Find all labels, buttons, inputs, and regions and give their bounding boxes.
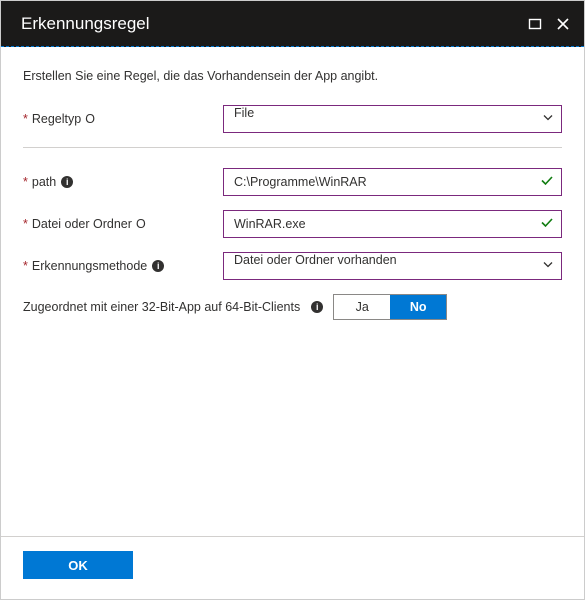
path-input[interactable]	[223, 168, 562, 196]
info-icon[interactable]: i	[61, 176, 73, 188]
rule-type-label: * Regeltyp O	[23, 112, 223, 126]
detection-method-select[interactable]: Datei oder Ordner vorhanden	[223, 252, 562, 280]
divider	[23, 147, 562, 148]
rule-type-select[interactable]: File	[223, 105, 562, 133]
required-marker: *	[23, 217, 28, 231]
label-text: Regeltyp	[32, 112, 81, 126]
toggle-no-button[interactable]: No	[390, 295, 446, 319]
label-suffix: O	[85, 112, 95, 126]
required-marker: *	[23, 259, 28, 273]
close-icon[interactable]	[556, 17, 570, 31]
dialog-content: Erstellen Sie eine Regel, die das Vorhan…	[1, 47, 584, 536]
intro-text: Erstellen Sie eine Regel, die das Vorhan…	[23, 69, 562, 83]
label-text: Datei oder Ordner	[32, 217, 132, 231]
dialog-title: Erkennungsregel	[21, 14, 528, 34]
label-text: path	[32, 175, 56, 189]
required-marker: *	[23, 175, 28, 189]
dialog-footer: OK	[1, 536, 584, 599]
detection-method-label: * Erkennungsmethode i	[23, 259, 223, 273]
file-or-folder-input[interactable]	[223, 210, 562, 238]
bit-toggle-group: Ja No	[333, 294, 447, 320]
label-text: Erkennungsmethode	[32, 259, 147, 273]
info-icon[interactable]: i	[152, 260, 164, 272]
toggle-yes-button[interactable]: Ja	[334, 295, 390, 319]
info-icon[interactable]: i	[311, 301, 323, 313]
dialog-header: Erkennungsregel	[1, 1, 584, 47]
file-or-folder-label: * Datei oder Ordner O	[23, 217, 223, 231]
ok-button[interactable]: OK	[23, 551, 133, 579]
maximize-icon[interactable]	[528, 17, 542, 31]
label-suffix: O	[136, 217, 146, 231]
toggle-label: Zugeordnet mit einer 32-Bit-App auf 64-B…	[23, 300, 300, 314]
path-label: * path i	[23, 175, 223, 189]
required-marker: *	[23, 112, 28, 126]
